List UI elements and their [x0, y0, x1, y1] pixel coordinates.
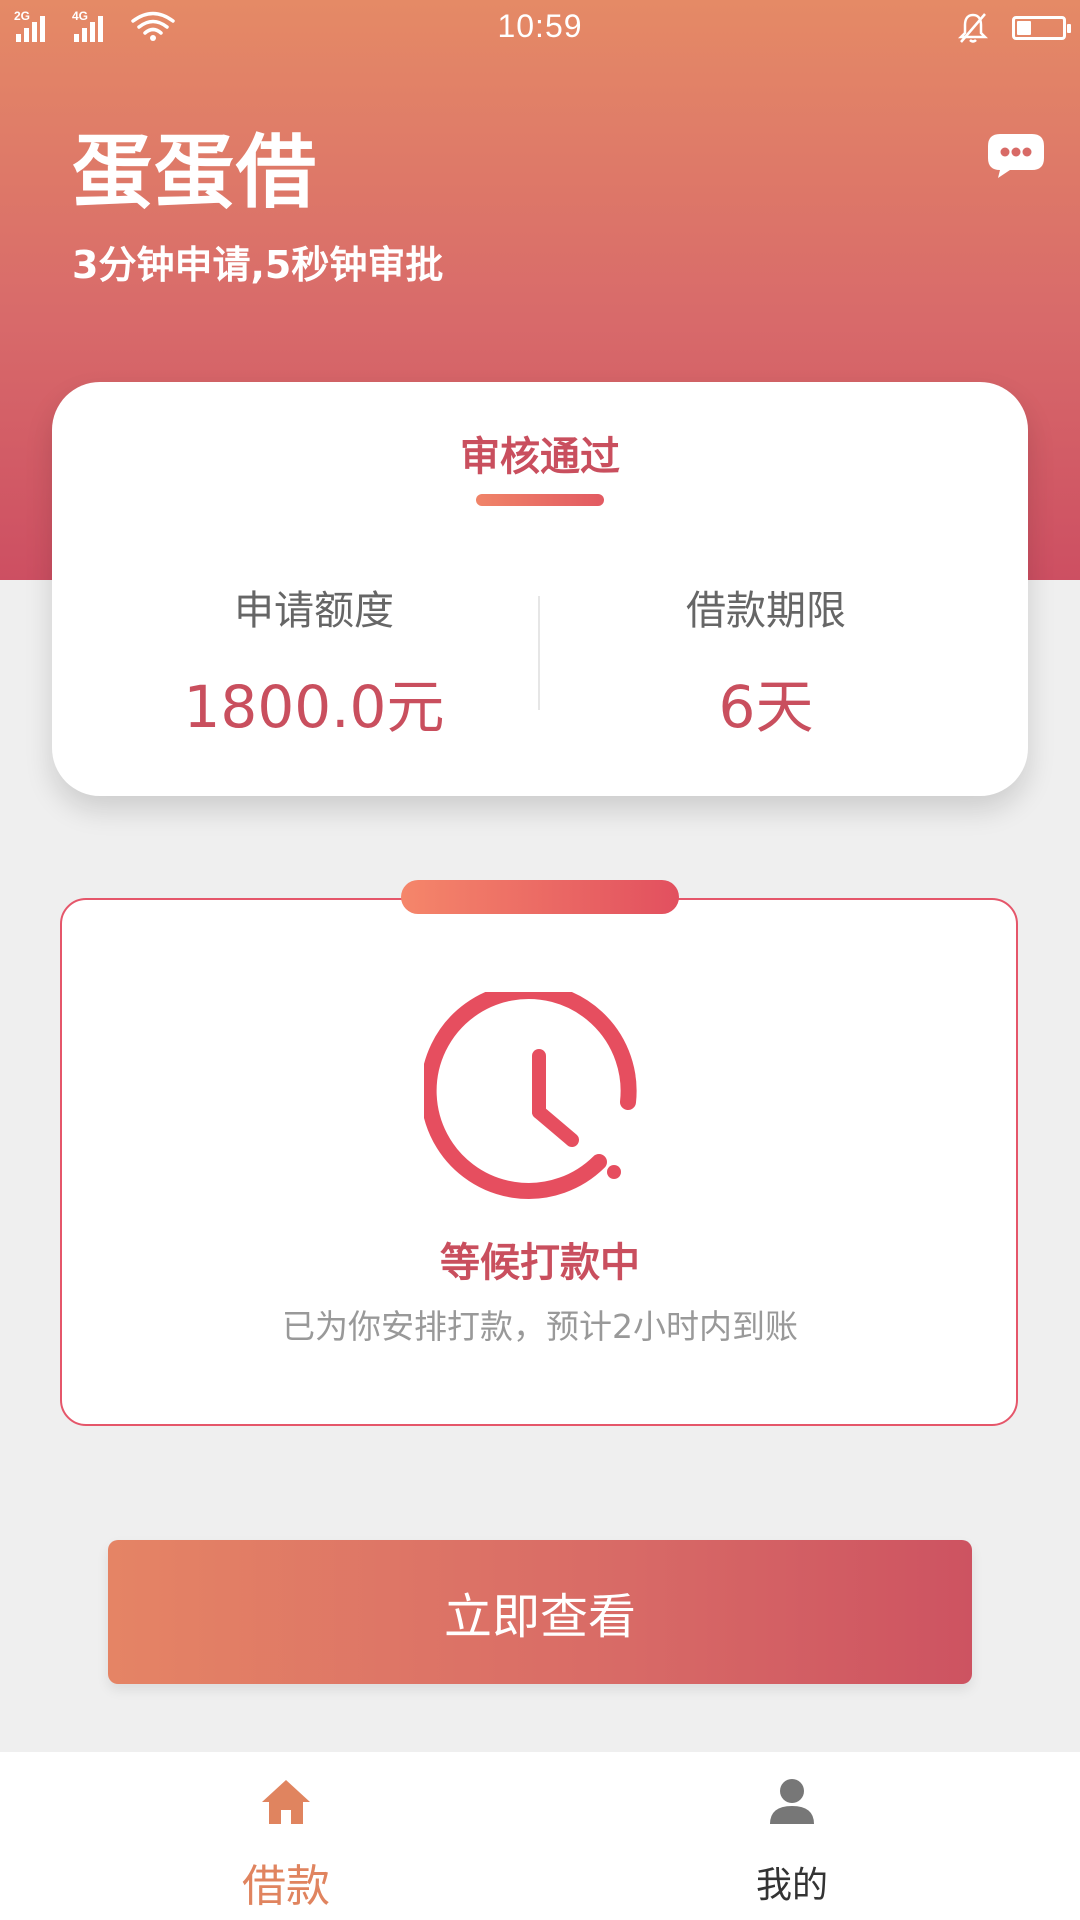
- user-icon: [770, 1779, 814, 1824]
- chat-bubble-icon[interactable]: [986, 130, 1046, 180]
- amount-section: 申请额度 1800.0元: [114, 578, 514, 744]
- battery-icon: [1012, 16, 1071, 40]
- home-icon: [262, 1780, 310, 1824]
- app-slogan: 3分钟申请,5秒钟审批: [72, 243, 444, 287]
- tab-loan-label: 借款: [242, 1861, 330, 1912]
- amount-value: 1800.0元: [183, 673, 445, 741]
- term-value: 6天: [718, 673, 814, 741]
- payout-status-text: 等候打款中: [440, 1240, 640, 1286]
- card-top-pill: [401, 880, 679, 914]
- title-underline: [476, 494, 604, 506]
- review-result-card: 审核通过 申请额度 1800.0元 借款期限 6天: [52, 382, 1028, 796]
- bottom-tab-bar: 借款 我的: [0, 1752, 1080, 1920]
- mute-bell-icon: [958, 13, 988, 43]
- clock-time: 10:59: [497, 8, 583, 44]
- tab-loan[interactable]: 借款: [136, 1752, 436, 1920]
- app-title: 蛋蛋借: [72, 126, 318, 219]
- column-divider: [538, 596, 540, 710]
- amount-label: 申请额度: [234, 588, 394, 634]
- clock-icon: [424, 992, 637, 1199]
- tab-mine-label: 我的: [755, 1865, 828, 1906]
- term-label: 借款期限: [686, 588, 846, 634]
- status-bar: 2G 4G 10:59: [0, 0, 1080, 60]
- tab-mine[interactable]: 我的: [642, 1752, 942, 1920]
- payout-description: 已为你安排打款，预计2小时内到账: [282, 1307, 798, 1346]
- view-now-button[interactable]: 立即查看: [108, 1540, 972, 1684]
- review-status-title: 审核通过: [460, 434, 620, 480]
- term-section: 借款期限 6天: [566, 578, 966, 744]
